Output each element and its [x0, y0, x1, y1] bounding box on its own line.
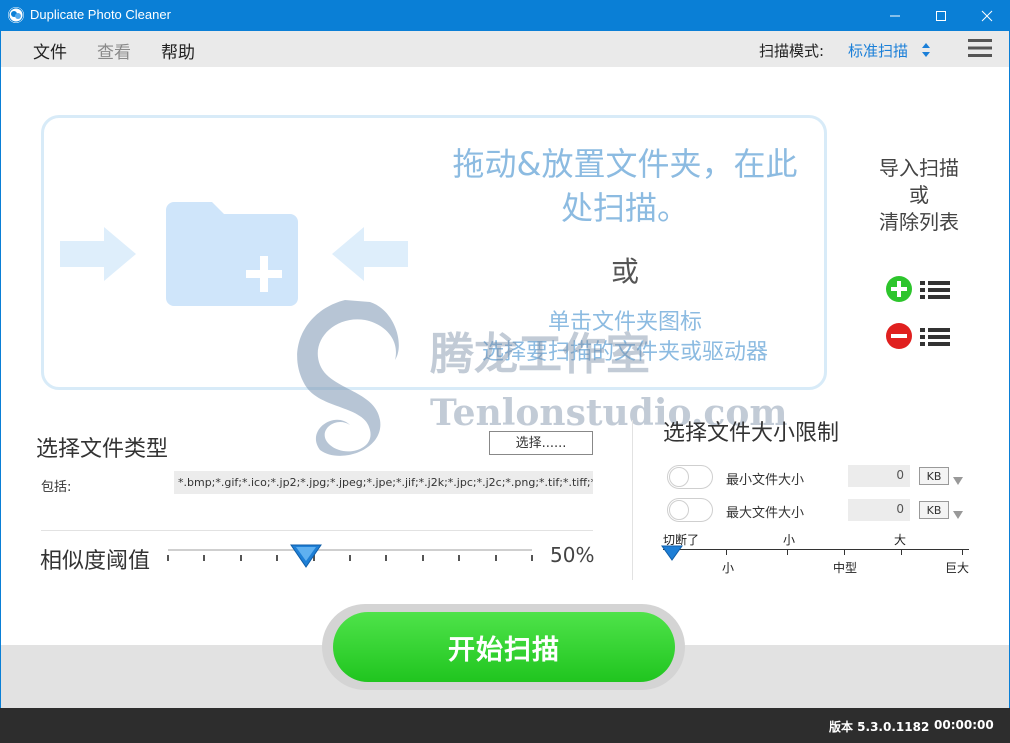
toggle-knob	[669, 467, 689, 487]
max-size-unit[interactable]: KB	[919, 501, 949, 519]
scale-label-small: 小	[722, 561, 735, 575]
file-types-title: 选择文件类型	[36, 437, 169, 462]
size-tick	[844, 549, 845, 555]
arrow-left-icon	[330, 225, 410, 287]
size-tick	[962, 549, 963, 555]
minimize-button[interactable]	[872, 0, 918, 31]
similarity-tick	[203, 555, 205, 561]
similarity-tick	[458, 555, 460, 561]
dragon-watermark-icon	[275, 290, 415, 464]
size-scale-track[interactable]	[663, 549, 969, 550]
max-unit-dropdown-icon[interactable]	[952, 505, 964, 524]
scan-mode-select[interactable]: 标准扫描	[848, 40, 908, 61]
divider	[41, 530, 593, 531]
similarity-tick	[167, 555, 169, 561]
scale-label-large-top: 大	[894, 533, 907, 547]
status-bar: 版本 5.3.0.1182 00:00:00	[0, 708, 1010, 743]
import-line3: 清除列表	[879, 210, 959, 234]
similarity-label: 相似度阈值	[40, 549, 151, 574]
size-scale-thumb[interactable]	[661, 545, 683, 565]
similarity-tick	[495, 555, 497, 561]
import-panel-text: 导入扫描 或 清除列表	[860, 155, 978, 236]
drop-zone-or: 或	[610, 255, 639, 288]
similarity-slider-track[interactable]	[168, 549, 532, 551]
scan-mode-chevron-icon[interactable]	[921, 42, 931, 62]
close-button[interactable]	[964, 0, 1010, 31]
max-size-toggle[interactable]	[667, 498, 713, 522]
size-tick	[787, 549, 788, 555]
scale-label-small-top: 小	[783, 533, 796, 547]
min-size-toggle[interactable]	[667, 465, 713, 489]
version-text: 版本 5.3.0.1182	[829, 720, 930, 734]
window-title: Duplicate Photo Cleaner	[30, 7, 171, 22]
similarity-tick	[276, 555, 278, 561]
clear-list-button[interactable]	[884, 321, 952, 355]
drop-zone-headline: 拖动&放置文件夹，在此 处扫描。	[430, 142, 820, 230]
hamburger-menu-icon[interactable]	[967, 37, 993, 63]
arrow-right-icon	[58, 225, 138, 287]
similarity-tick	[385, 555, 387, 561]
import-line2: 或	[909, 183, 929, 207]
title-bar: Duplicate Photo Cleaner	[0, 0, 1010, 31]
similarity-tick	[422, 555, 424, 561]
min-size-unit[interactable]: KB	[919, 467, 949, 485]
timer-text: 00:00:00	[934, 718, 994, 732]
size-tick	[726, 549, 727, 555]
min-size-input[interactable]: 0	[848, 465, 910, 487]
watermark-cn: 腾龙工作室	[430, 329, 650, 380]
size-tick	[901, 549, 902, 555]
include-extensions-field[interactable]: *.bmp;*.gif;*.ico;*.jp2;*.jpg;*.jpeg;*.j…	[174, 471, 593, 494]
import-scan-button[interactable]	[884, 274, 952, 308]
similarity-value: 50%	[550, 543, 595, 567]
column-divider	[632, 420, 633, 580]
menu-bar: 文件 查看 帮助 扫描模式: 标准扫描	[0, 31, 1010, 67]
menu-help[interactable]: 帮助	[161, 38, 195, 63]
drop-zone-line2: 处扫描。	[560, 189, 689, 227]
drop-zone-line1: 拖动&放置文件夹，在此	[452, 145, 798, 183]
scan-mode-label: 扫描模式:	[759, 42, 825, 60]
similarity-slider-thumb[interactable]	[290, 544, 323, 572]
similarity-tick	[349, 555, 351, 561]
scale-label-medium: 中型	[833, 561, 858, 575]
min-unit-dropdown-icon[interactable]	[952, 471, 964, 490]
max-size-input[interactable]: 0	[848, 499, 910, 521]
include-label: 包括:	[41, 480, 72, 495]
window-border-left	[0, 67, 1, 743]
max-size-label: 最大文件大小	[726, 506, 805, 521]
menu-view[interactable]: 查看	[97, 38, 131, 63]
select-file-types-button[interactable]: 选择......	[489, 431, 593, 455]
min-size-label: 最小文件大小	[726, 473, 805, 488]
similarity-tick	[531, 555, 533, 561]
toggle-knob	[669, 500, 689, 520]
import-line1: 导入扫描	[879, 156, 959, 180]
start-scan-button[interactable]: 开始扫描	[333, 612, 675, 682]
scale-label-huge: 巨大	[945, 561, 970, 575]
app-logo-icon	[8, 7, 24, 23]
menu-file[interactable]: 文件	[33, 38, 67, 63]
size-limit-title: 选择文件大小限制	[663, 421, 840, 446]
similarity-tick	[240, 555, 242, 561]
maximize-button[interactable]	[918, 0, 964, 31]
